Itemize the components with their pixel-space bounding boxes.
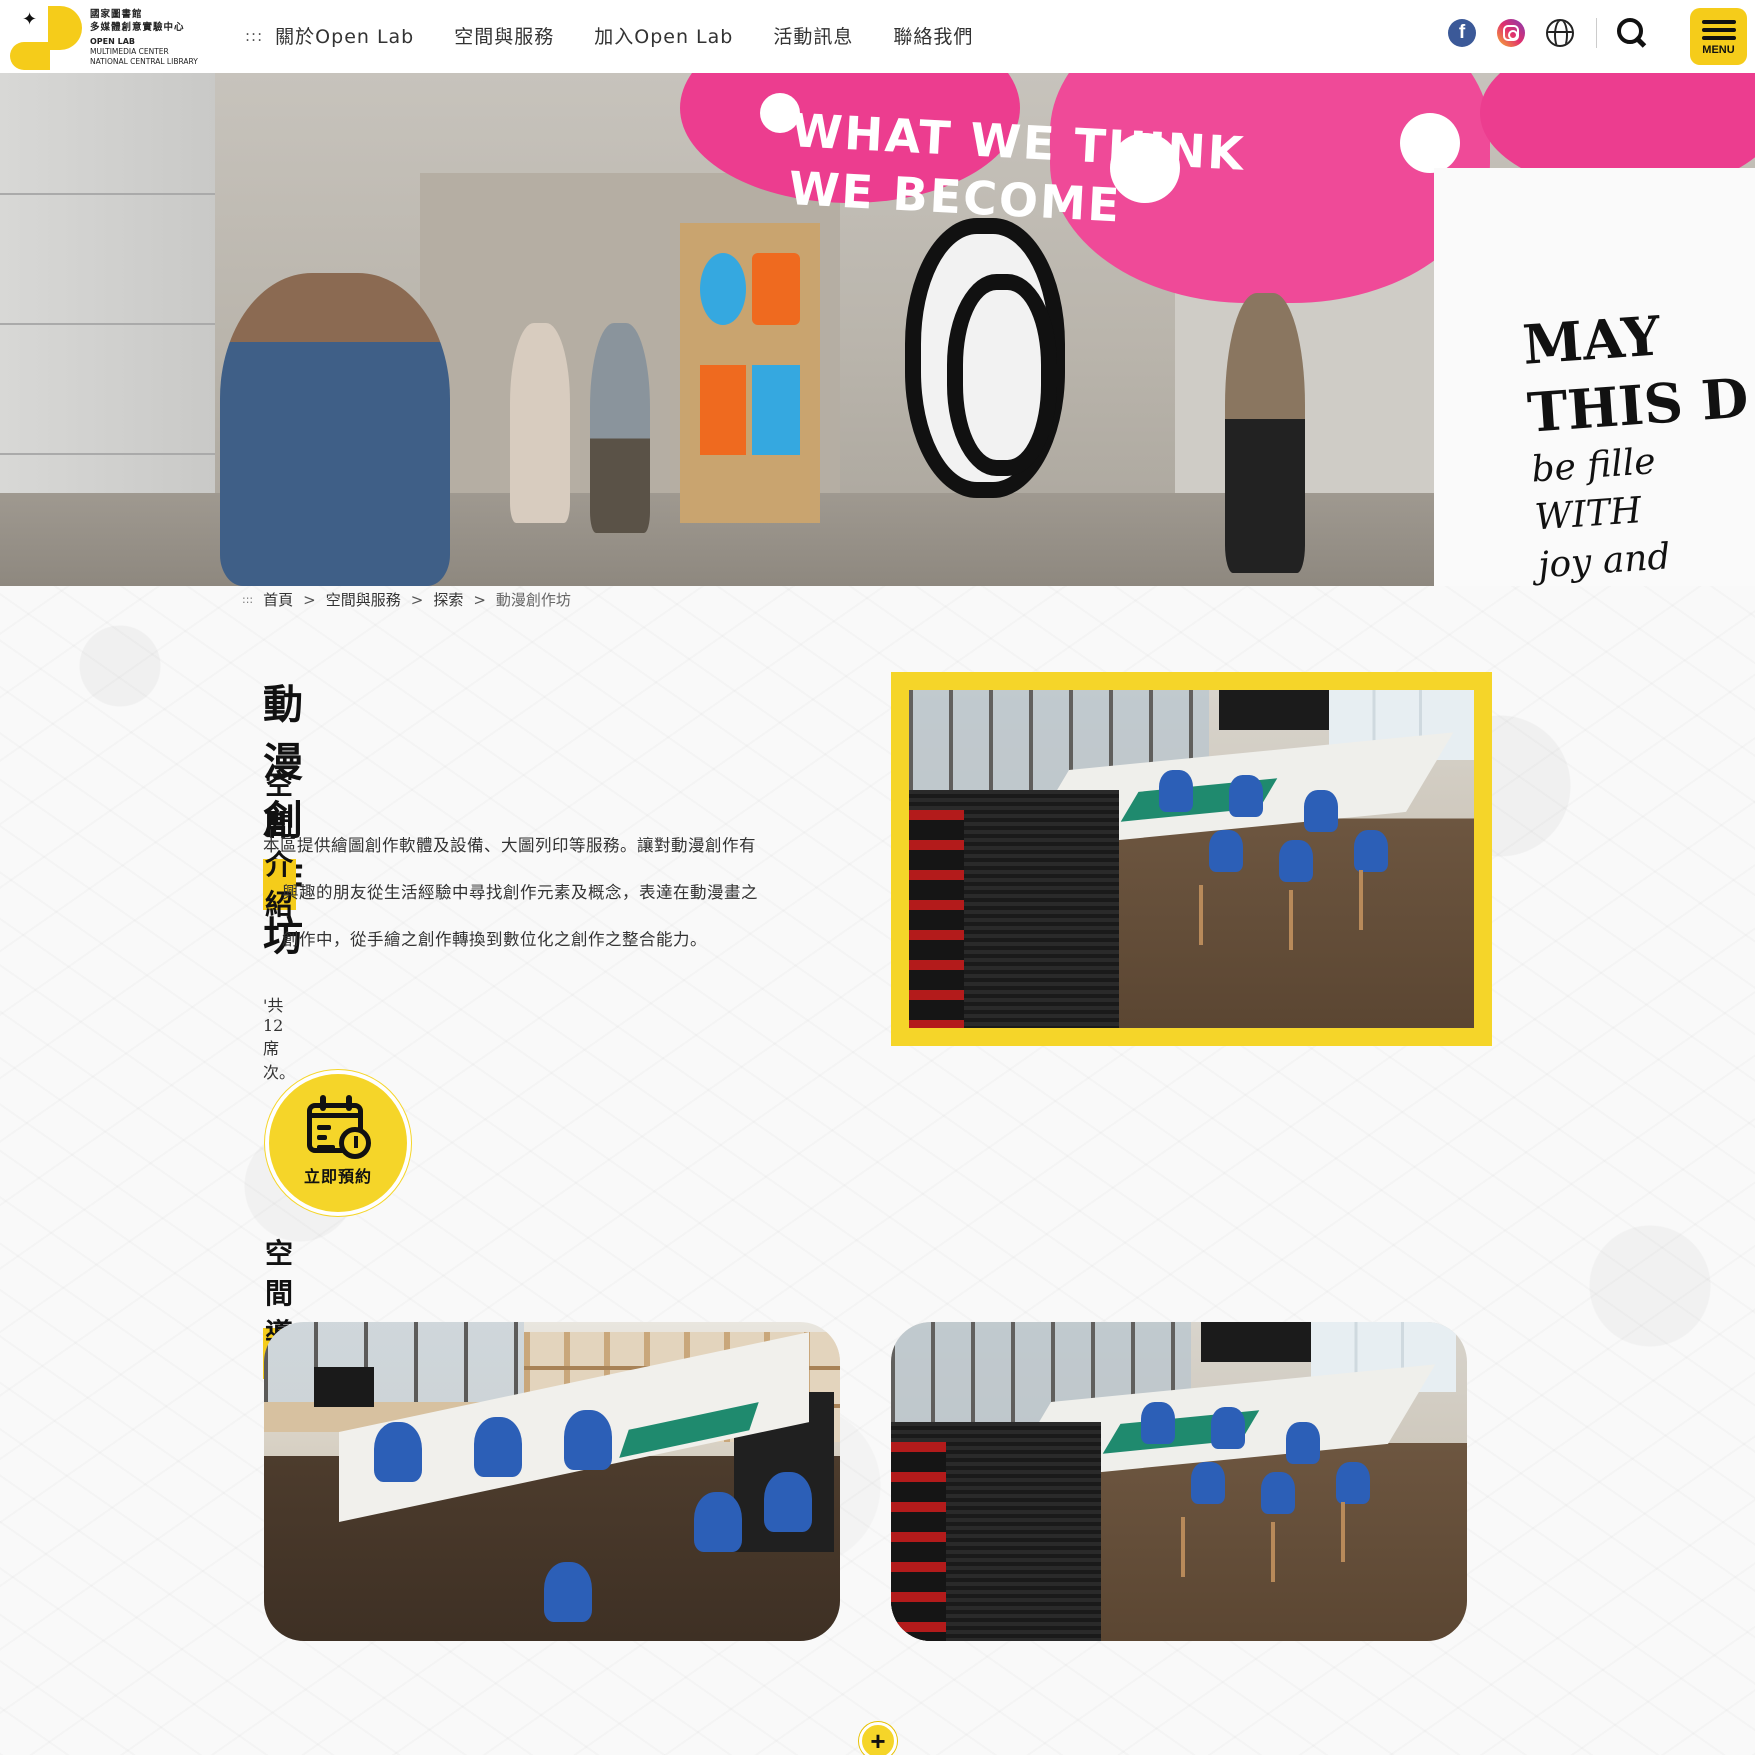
- globe-icon[interactable]: [1546, 19, 1574, 47]
- nav-item-join[interactable]: 加入Open Lab: [594, 22, 733, 49]
- logo-en-line3: NATIONAL CENTRAL LIBRARY: [90, 56, 198, 66]
- hero-banner: WHAT WE THINK WE BECOME MAY THIS D be fi…: [0, 73, 1755, 586]
- booking-label: 立即預約: [303, 1167, 372, 1186]
- breadcrumb-home[interactable]: 首頁: [263, 589, 293, 610]
- breadcrumb-separator: >: [303, 590, 316, 609]
- hero-person: [590, 323, 650, 533]
- featured-photo-frame: [891, 672, 1492, 1046]
- hero-person: [1225, 293, 1305, 573]
- nav-item-about[interactable]: 關於Open Lab: [275, 22, 414, 49]
- logo-en-line2: MULTIMEDIA CENTER: [90, 46, 169, 56]
- intro-description: 本區提供繪圖創作軟體及設備、大圖列印等服務。讓對動漫創作有 興趣的朋友從生活經驗…: [263, 822, 823, 963]
- hamburger-icon: [1701, 19, 1736, 24]
- site-header: ✦ 國家圖書館 多媒體創意實驗中心 OPEN LAB MULTIMEDIA CE…: [0, 0, 1755, 73]
- hero-board-text: MAY THIS D be fille WITH joy and: [1520, 303, 1751, 586]
- intro-line: 創作中，從手繪之創作轉換到數位化之創作之整合能力。: [282, 930, 707, 949]
- nav-item-events[interactable]: 活動訊息: [773, 22, 853, 49]
- logo-zh-line2: 多媒體創意實驗中心: [90, 21, 185, 33]
- nav-item-spaces[interactable]: 空間與服務: [454, 22, 554, 49]
- breadcrumb-spaces[interactable]: 空間與服務: [326, 589, 401, 610]
- breadcrumb-separator: >: [410, 590, 424, 609]
- featured-room-photo: [909, 690, 1474, 1028]
- search-icon[interactable]: [1617, 18, 1647, 48]
- breadcrumb-accesskey[interactable]: :::: [242, 593, 253, 606]
- breadcrumb: ::: 首頁 > 空間與服務 > 探索 > 動漫創作坊: [242, 589, 571, 610]
- header-divider: [1596, 18, 1597, 48]
- menu-label: MENU: [1702, 43, 1735, 56]
- nav-accesskey[interactable]: :::: [245, 27, 263, 45]
- header-icons: f: [1427, 18, 1647, 48]
- facebook-icon[interactable]: f: [1448, 19, 1476, 47]
- hero-person: [220, 273, 450, 586]
- hero-wall-text: WHAT WE THINK WE BECOME: [787, 103, 1247, 233]
- logo-text: 國家圖書館 多媒體創意實驗中心 OPEN LAB MULTIMEDIA CENT…: [90, 8, 198, 67]
- logo-mark: ✦: [10, 4, 84, 70]
- booking-button[interactable]: 立即預約: [265, 1070, 411, 1216]
- breadcrumb-separator: >: [473, 590, 486, 609]
- main-nav: ::: 關於Open Lab 空間與服務 加入Open Lab 活動訊息 聯絡我…: [245, 22, 1013, 49]
- instagram-icon[interactable]: [1497, 19, 1525, 47]
- expand-plus-button[interactable]: +: [859, 1722, 897, 1755]
- hero-person: [510, 323, 570, 523]
- menu-button[interactable]: MENU: [1690, 8, 1747, 65]
- breadcrumb-current: 動漫創作坊: [495, 591, 571, 609]
- intro-line: 本區提供繪圖創作軟體及設備、大圖列印等服務。讓對動漫創作有: [263, 836, 756, 855]
- breadcrumb-explore[interactable]: 探索: [433, 589, 463, 610]
- logo-zh-line1: 國家圖書館: [90, 8, 143, 20]
- intro-line: 興趣的朋友從生活經驗中尋找創作元素及概念，表達在動漫畫之: [282, 883, 758, 902]
- gallery-photo[interactable]: [264, 1322, 840, 1641]
- logo-en-line1: OPEN LAB: [90, 36, 135, 46]
- site-logo[interactable]: ✦ 國家圖書館 多媒體創意實驗中心 OPEN LAB MULTIMEDIA CE…: [10, 4, 210, 70]
- gallery-photo[interactable]: [891, 1322, 1467, 1641]
- hero-spiral-graphic: [905, 218, 1065, 498]
- nav-item-contact[interactable]: 聯絡我們: [893, 22, 973, 49]
- seat-count: '共12席次。: [263, 996, 296, 1082]
- calendar-clock-icon: [305, 1093, 371, 1159]
